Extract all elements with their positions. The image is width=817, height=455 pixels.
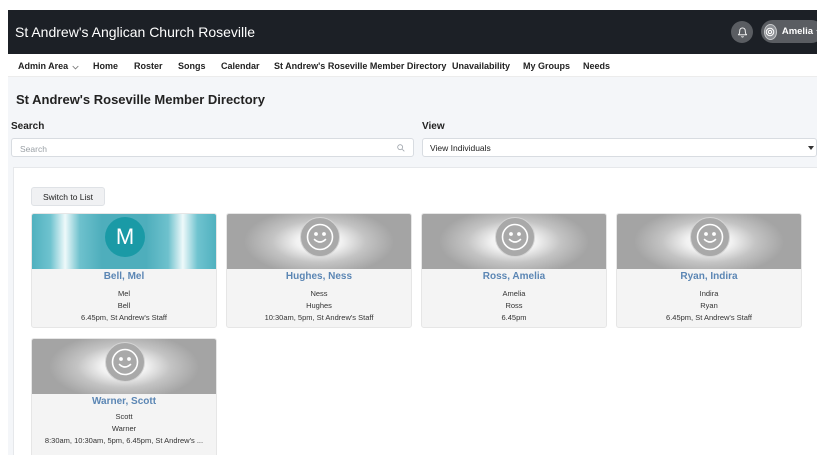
member-card[interactable]: Ryan, Indira Indira Ryan 6.45pm, St Andr… [616,213,802,328]
view-select[interactable]: View Individuals [422,138,817,157]
member-last-name: Ryan [700,301,718,310]
search-icon[interactable] [396,143,406,153]
member-last-name: Hughes [306,301,332,310]
member-services: 6.45pm, St Andrew's Staff [81,313,167,322]
member-name[interactable]: Warner, Scott [32,396,216,407]
nav-needs[interactable]: Needs [583,61,610,71]
card-banner [617,214,801,269]
smiley-face-icon [495,217,535,257]
card-banner [422,214,606,269]
card-banner [32,339,216,394]
member-services: 10:30am, 5pm, St Andrew's Staff [264,313,374,322]
nav-roster[interactable]: Roster [134,61,163,71]
search-field [11,138,414,158]
member-last-name: Bell [117,301,131,310]
member-services: 6.45pm, St Andrew's Staff [666,313,752,322]
member-name[interactable]: Bell, Mel [32,271,216,282]
view-label: View [422,121,445,132]
member-first-name: Ness [310,289,328,298]
member-first-name: Amelia [502,289,526,298]
smiley-face-icon [690,217,730,257]
member-name[interactable]: Ross, Amelia [422,271,606,282]
member-first-name: Mel [117,289,131,298]
nav-admin-area[interactable]: Admin Area [18,61,79,72]
view-select-value: View Individuals [430,143,491,153]
member-first-name: Indira [699,289,719,298]
directory-panel: Switch to List M Bell, Mel Mel Bell 6.45… [13,167,817,455]
switch-to-list-button[interactable]: Switch to List [31,187,105,206]
search-input[interactable] [12,140,413,158]
smiley-face-icon [300,217,340,257]
nav-unavailability[interactable]: Unavailability [452,61,510,71]
nav-member-directory[interactable]: St Andrew's Roseville Member Directory [274,61,446,71]
member-services: 8:30am, 10:30am, 5pm, 6.45pm, St Andrew'… [44,436,204,445]
user-name: Amelia [781,26,813,37]
user-avatar-icon [764,23,777,40]
member-name[interactable]: Hughes, Ness [227,271,411,282]
nav-my-groups[interactable]: My Groups [523,61,570,71]
notifications-button[interactable] [731,21,753,43]
top-bar: St Andrew's Anglican Church Roseville Am… [8,10,817,54]
main-content: St Andrew's Roseville Member Directory S… [8,77,817,455]
card-banner: M [32,214,216,269]
card-banner [227,214,411,269]
smiley-face-icon [105,342,145,382]
member-first-name: Scott [115,412,133,421]
search-label: Search [11,121,45,132]
member-card[interactable]: M Bell, Mel Mel Bell 6.45pm, St Andrew's… [31,213,217,328]
member-card[interactable]: Ross, Amelia Amelia Ross 6.45pm [421,213,607,328]
page-title: St Andrew's Roseville Member Directory [16,92,265,107]
member-avatar: M [105,217,145,257]
member-card[interactable]: Warner, Scott Scott Warner 8:30am, 10:30… [31,338,217,455]
member-card[interactable]: Hughes, Ness Ness Hughes 10:30am, 5pm, S… [226,213,412,328]
member-name[interactable]: Ryan, Indira [617,271,801,282]
member-last-name: Warner [111,424,137,433]
nav-calendar[interactable]: Calendar [221,61,260,71]
member-last-name: Ross [505,301,523,310]
nav-home[interactable]: Home [93,61,118,71]
bell-icon [737,27,747,38]
nav-label-admin-area: Admin Area [18,61,69,71]
nav-songs[interactable]: Songs [178,61,206,71]
user-menu-button[interactable]: Amelia [761,20,817,43]
app-title: St Andrew's Anglican Church Roseville [15,24,256,40]
chevron-down-icon [72,62,79,72]
caret-down-icon [808,146,814,150]
member-services: 6.45pm [501,313,527,322]
main-nav: Admin Area Home Roster Songs Calendar St… [8,54,817,77]
